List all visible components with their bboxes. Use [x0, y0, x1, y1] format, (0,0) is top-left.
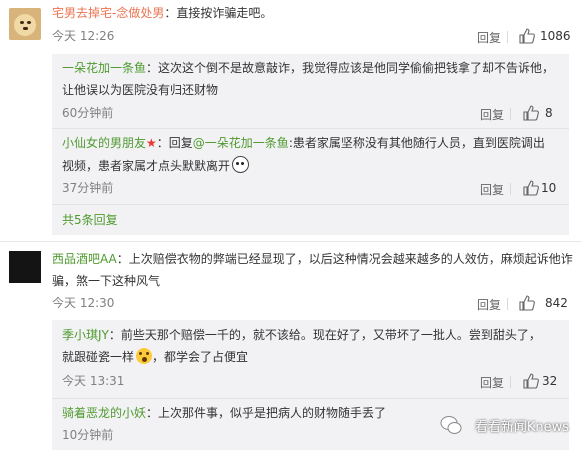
sad-face-emoji-icon: [232, 156, 250, 173]
shocked-face-emoji-icon: [136, 348, 153, 364]
thumbs-up-icon[interactable]: [523, 373, 539, 389]
reply-time: 今天 13:31: [62, 374, 125, 388]
reply-button[interactable]: 回复: [480, 106, 504, 123]
divider: [52, 128, 569, 129]
avatar-nose: [23, 27, 28, 30]
more-replies-link[interactable]: 共5条回复: [62, 211, 118, 229]
comment-text: 直接按诈骗走吧。: [176, 6, 273, 20]
separator: ：: [108, 328, 121, 342]
reply-text: 前些天那个赔偿一千的，就不该给。现在好了，又带坏了一批人。尝到甜头了，: [120, 328, 541, 342]
user-avatar[interactable]: [9, 8, 41, 40]
reply-button[interactable]: 回复: [477, 29, 501, 46]
reply-prefix: ：回复: [156, 136, 193, 150]
reply-time: 60分钟前: [62, 106, 114, 120]
reply-username[interactable]: 小仙女的男朋友: [62, 136, 146, 150]
comment-username[interactable]: 宅男去掉宅-念做处男: [52, 6, 164, 20]
divider: [510, 183, 511, 195]
reply-thread: 一朵花加一条鱼：这次这个倒不是故意敲诈，我觉得应该是他同学偷偷把钱拿了却不告诉他…: [52, 54, 569, 235]
reply-text-cont: 视频，患者家属才点头默默离开: [62, 159, 231, 173]
divider: [52, 398, 569, 399]
reply-button[interactable]: 回复: [477, 296, 501, 313]
reply-time: 10分钟前: [62, 428, 114, 442]
avatar-eye: [20, 21, 24, 24]
thumbs-up-icon[interactable]: [523, 180, 539, 196]
separator: ：: [164, 6, 177, 20]
reply-button[interactable]: 回复: [480, 181, 504, 198]
divider: [52, 204, 569, 205]
reply-text-cont: 就跟碰瓷一样: [62, 350, 135, 364]
separator: ：: [146, 406, 159, 420]
separator: ：: [116, 252, 129, 266]
reply-text: :患者家属坚称没有其他随行人员，直到医院调出: [288, 136, 545, 150]
wechat-logo-icon: [440, 416, 462, 434]
reply-username[interactable]: 一朵花加一条鱼: [62, 61, 146, 75]
like-count: 842: [545, 296, 568, 310]
like-count: 1086: [540, 29, 571, 43]
reply-username[interactable]: 骑着恶龙的小妖: [62, 406, 146, 420]
reply-username[interactable]: 季小琪JY: [62, 328, 109, 342]
comment-time: 今天 12:26: [52, 29, 115, 43]
comment-divider: [0, 241, 581, 242]
divider: [510, 108, 511, 120]
thumbs-up-icon[interactable]: [523, 105, 539, 121]
mention-link[interactable]: @一朵花加一条鱼: [193, 136, 289, 150]
divider: [507, 31, 508, 43]
comment-text-cont: 骗，煞一下这种风气: [52, 274, 161, 288]
reply-text: 这次这个倒不是故意敲诈，我觉得应该是他同学偷偷把钱拿了却不告诉他，: [158, 61, 555, 75]
comment-time: 今天 12:30: [52, 296, 115, 310]
vip-star-icon: ★: [146, 136, 157, 150]
separator: ：: [146, 61, 159, 75]
divider: [507, 298, 508, 310]
reply-text-cont: 让他误以为医院没有归还财物: [62, 83, 219, 97]
thumbs-up-icon[interactable]: [519, 28, 535, 44]
reply-text: 上次那件事，似乎是把病人的财物随手丢了: [158, 406, 387, 420]
like-count: 32: [542, 374, 558, 388]
divider: [510, 376, 511, 388]
thumbs-up-icon[interactable]: [519, 295, 535, 311]
watermark-text: 看看新闻Knews: [474, 420, 569, 435]
avatar-face: [14, 14, 36, 36]
like-count: 8: [545, 106, 553, 120]
reply-text-cont: ，都学会了占便宜: [152, 350, 249, 364]
comment-text: 上次赔偿衣物的弊端已经显现了，以后这种情况会越来越多的人效仿，麻烦起诉他诈: [128, 252, 573, 266]
reply-button[interactable]: 回复: [480, 374, 504, 391]
avatar-eye: [27, 21, 31, 24]
comment-username[interactable]: 西品酒吧AA: [52, 252, 117, 266]
like-count: 10: [541, 181, 557, 195]
user-avatar[interactable]: [9, 251, 41, 283]
reply-time: 37分钟前: [62, 181, 114, 195]
